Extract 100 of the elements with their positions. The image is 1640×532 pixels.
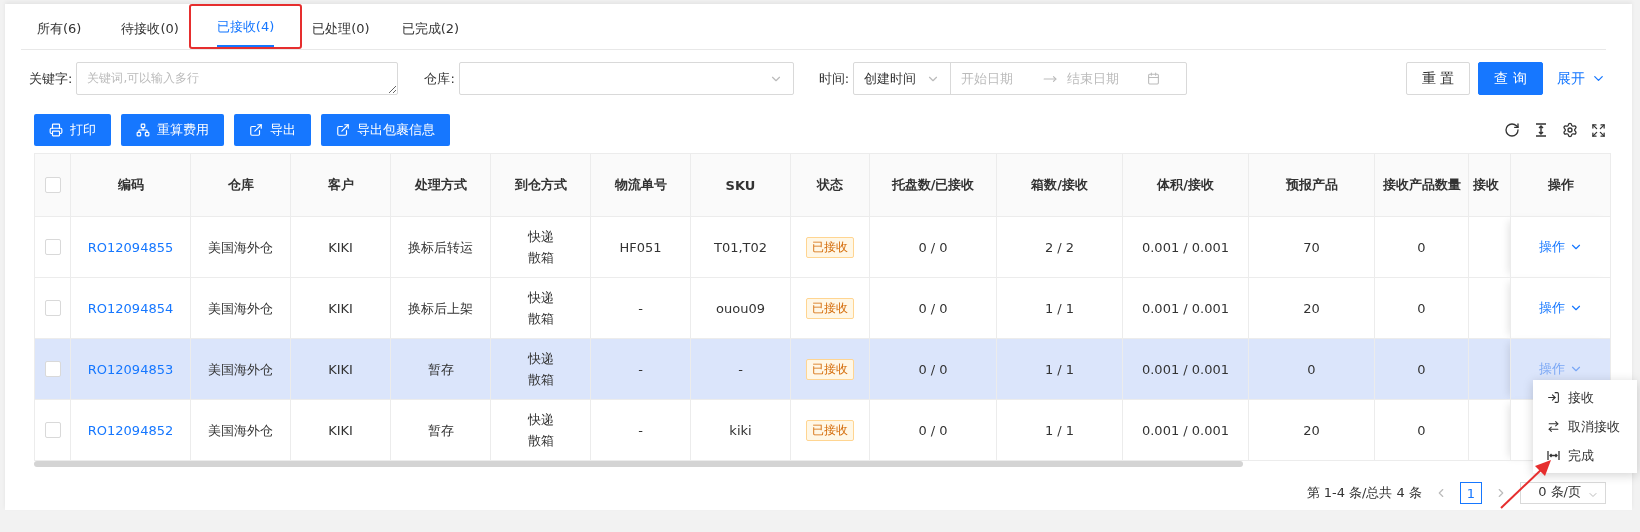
action-button[interactable]: 打印 xyxy=(34,114,111,146)
action-button[interactable]: 导出包裹信息 xyxy=(321,114,450,146)
column-header: 托盘数/已接收 xyxy=(869,153,997,217)
expand-link[interactable]: 展开 xyxy=(1557,69,1606,88)
action-button[interactable]: 导出 xyxy=(234,114,311,146)
table-cell-text: 0 xyxy=(1417,299,1426,318)
settings-icon[interactable] xyxy=(1562,122,1578,138)
table-cell-text: - xyxy=(738,360,743,379)
table-cell-text: 快递 散箱 xyxy=(527,350,554,389)
table-cell-text: kiki xyxy=(729,421,752,440)
checkbox[interactable] xyxy=(44,300,61,317)
column-header: 体积/接收 xyxy=(1122,153,1249,217)
checkbox[interactable] xyxy=(44,239,61,256)
table-cell-text: 0 xyxy=(1307,360,1316,379)
table-cell-text: 0 xyxy=(1417,421,1426,440)
field-label: 仓库: xyxy=(424,69,455,88)
table-cell-text: T01,T02 xyxy=(713,238,768,257)
page-number[interactable]: 1 xyxy=(1460,482,1482,504)
refresh-icon[interactable] xyxy=(1504,122,1520,138)
table-cell-text: KIKI xyxy=(328,360,353,379)
table-cell-text: 快递 散箱 xyxy=(527,289,554,328)
table-cell-text: 0.001 / 0.001 xyxy=(1141,360,1230,379)
query-button[interactable]: 查 询 xyxy=(1478,62,1543,95)
column-header: 箱数/接收 xyxy=(996,153,1123,217)
swap-icon xyxy=(1547,420,1560,433)
checkbox[interactable] xyxy=(44,361,61,378)
fullscreen-icon[interactable] xyxy=(1591,122,1606,138)
table-cell-text: 美国海外仓 xyxy=(208,299,273,318)
field-label: 关键字: xyxy=(29,69,73,88)
table-cell-text: 1 / 1 xyxy=(1044,299,1075,318)
calendar-icon xyxy=(1147,72,1161,85)
operation-dropdown[interactable]: 操作 xyxy=(1538,238,1583,256)
warehouse-select[interactable] xyxy=(458,62,794,95)
table-cell-text: 1 / 1 xyxy=(1044,360,1075,379)
time-type-select[interactable]: 创建时间 xyxy=(854,63,952,94)
table-cell-text: KIKI xyxy=(328,421,353,440)
table-cell-text: 0 / 0 xyxy=(918,299,948,318)
row-height-icon[interactable] xyxy=(1533,122,1549,138)
table-cell-text: KIKI xyxy=(328,299,353,318)
table-cell-text: 暂存 xyxy=(427,360,454,379)
table-cell-text: 0 / 0 xyxy=(918,238,948,257)
table-cell-text: 0.001 / 0.001 xyxy=(1141,421,1230,440)
column-header: 客户 xyxy=(290,153,391,217)
table-cell-text: 换标后转运 xyxy=(408,238,473,257)
checkbox[interactable] xyxy=(44,422,61,439)
checkbox[interactable] xyxy=(44,177,61,194)
tab[interactable]: 已完成(2) xyxy=(385,9,476,49)
status-tag: 已接收 xyxy=(806,236,854,258)
column-header: 仓库 xyxy=(190,153,291,217)
menu-item[interactable]: 接收 xyxy=(1533,383,1637,412)
tab[interactable]: 已接收(4) xyxy=(200,7,291,47)
tab[interactable]: 所有(6) xyxy=(21,9,98,49)
table-cell-text: 0 xyxy=(1417,360,1426,379)
table-cell-text: 0.001 / 0.001 xyxy=(1141,238,1230,257)
reset-button[interactable]: 重 置 xyxy=(1406,62,1470,95)
nodes-icon xyxy=(136,123,150,137)
table-cell-text: KIKI xyxy=(328,238,353,257)
table-cell-text: 暂存 xyxy=(427,421,454,440)
table-cell-text: 美国海外仓 xyxy=(208,421,273,440)
table-cell-text: 20 xyxy=(1303,421,1320,440)
column-header: 状态 xyxy=(790,153,870,217)
table-cell-text: 0 / 0 xyxy=(918,360,948,379)
table-cell-text: 0 / 0 xyxy=(918,421,948,440)
table-cell-text: 0 xyxy=(1417,238,1426,257)
table-cell-text: - xyxy=(638,421,643,440)
table-cell-text: - xyxy=(638,299,643,318)
table-cell-text: 2 / 2 xyxy=(1044,238,1075,257)
table-cell-text: ouou09 xyxy=(716,299,765,318)
column-header: 编码 xyxy=(70,153,191,217)
table-cell-text: 70 xyxy=(1303,238,1320,257)
sign-in-icon xyxy=(1547,391,1560,404)
table-cell-text: 20 xyxy=(1303,299,1320,318)
keyword-field[interactable]: 关键词,可以输入多行 xyxy=(76,62,399,95)
status-tag: 已接收 xyxy=(806,358,854,380)
column-header: 接收 xyxy=(1468,153,1511,217)
printer-icon xyxy=(49,123,63,137)
table-cell-text: 快递 散箱 xyxy=(527,411,554,450)
status-tag: 已接收 xyxy=(806,297,854,319)
tab[interactable]: 待接收(0) xyxy=(105,9,195,49)
status-tag: 已接收 xyxy=(806,419,854,441)
action-button[interactable]: 重算费用 xyxy=(121,114,224,146)
export-icon xyxy=(249,123,263,137)
tab[interactable]: 已处理(0) xyxy=(296,9,386,49)
table-cell-text: 快递 散箱 xyxy=(527,228,554,267)
operation-dropdown[interactable]: 操作 xyxy=(1538,299,1583,317)
menu-item[interactable]: 完成 xyxy=(1533,441,1637,470)
menu-item[interactable]: 取消接收 xyxy=(1533,412,1637,441)
table-cell-text: 美国海外仓 xyxy=(208,238,273,257)
table-cell-text: 0.001 / 0.001 xyxy=(1141,299,1230,318)
table-cell-text: 1 / 1 xyxy=(1044,421,1075,440)
export-icon xyxy=(336,123,350,137)
field-label: 时间: xyxy=(818,69,850,88)
column-width-icon xyxy=(1547,449,1560,462)
column-header: 物流单号 xyxy=(590,153,691,217)
page-size-select[interactable]: 0 条/页 xyxy=(1520,482,1606,504)
scrollbar[interactable] xyxy=(34,461,1243,467)
pagination-summary: 第 1-4 条/总共 4 条 xyxy=(1306,484,1422,502)
table-cell-text: - xyxy=(638,360,643,379)
table-cell-text: 美国海外仓 xyxy=(208,360,273,379)
column-header: 操作 xyxy=(1510,153,1611,217)
